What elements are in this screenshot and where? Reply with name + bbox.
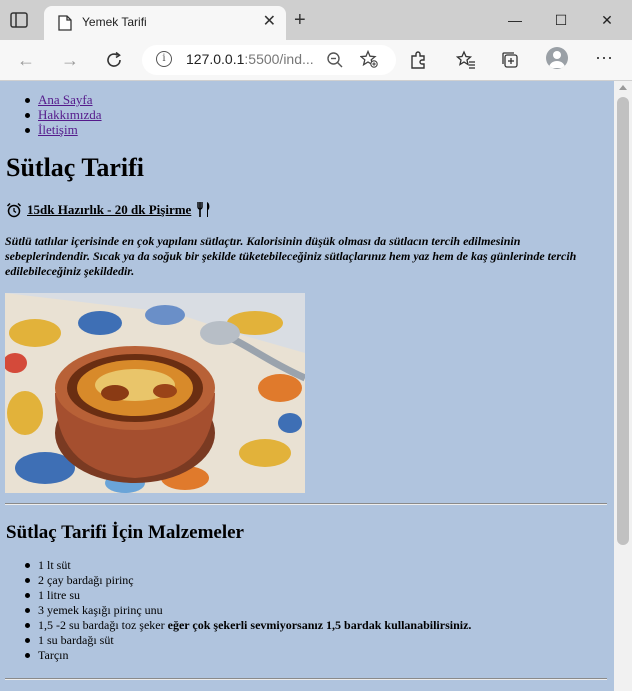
forward-arrow-icon[interactable]: → bbox=[60, 50, 80, 70]
tab-actions-icon[interactable] bbox=[10, 12, 28, 28]
browser-toolbar: ← → i 127.0.0.1:5500/ind... ··· bbox=[0, 40, 632, 81]
page-title: Sütlaç Tarifi bbox=[6, 153, 144, 182]
time-text: 15dk Hazırlık - 20 dk Pişirme bbox=[27, 201, 192, 217]
profile-avatar[interactable] bbox=[546, 47, 568, 69]
tab-yemek-tarifi[interactable]: Yemek Tarifi ✕ bbox=[44, 6, 286, 40]
divider bbox=[5, 503, 607, 505]
title-bar: Yemek Tarifi ✕ + — ☐ ✕ bbox=[0, 0, 632, 40]
ingredient-item: Tarçın bbox=[24, 648, 471, 663]
close-window-button[interactable]: ✕ bbox=[584, 8, 630, 32]
favorites-icon[interactable] bbox=[456, 50, 476, 70]
ingredient-item: 1 lt süt bbox=[24, 558, 471, 573]
nav-item: İletişim bbox=[25, 122, 102, 137]
more-options-icon[interactable]: ··· bbox=[594, 48, 614, 70]
scroll-thumb[interactable] bbox=[617, 97, 629, 545]
tab-title: Yemek Tarifi bbox=[82, 15, 147, 29]
nav-link-contact[interactable]: İletişim bbox=[38, 122, 78, 137]
nav-item: Ana Sayfa bbox=[25, 92, 102, 107]
person-icon bbox=[549, 51, 565, 68]
ingredient-item: 1,5 -2 su bardağı toz şeker eğer çok şek… bbox=[24, 618, 472, 632]
nav-link-home[interactable]: Ana Sayfa bbox=[38, 92, 93, 107]
recipe-time: 15dk Hazırlık - 20 dk Pişirme bbox=[6, 201, 211, 218]
page-icon bbox=[58, 15, 72, 31]
url-text[interactable]: 127.0.0.1:5500/ind... bbox=[186, 51, 314, 67]
divider bbox=[5, 678, 607, 680]
site-info-icon[interactable]: i bbox=[156, 51, 172, 67]
zoom-out-icon[interactable] bbox=[326, 51, 344, 69]
ingredient-item: 1 su bardağı süt bbox=[24, 633, 471, 648]
vertical-scrollbar[interactable] bbox=[614, 81, 632, 691]
ingredient-item: 2 çay bardağı pirinç bbox=[24, 573, 471, 588]
reload-icon[interactable] bbox=[104, 50, 124, 70]
site-nav: Ana Sayfa Hakkımızda İletişim bbox=[25, 92, 102, 137]
alarm-clock-icon bbox=[6, 202, 22, 217]
collections-icon[interactable] bbox=[500, 50, 520, 70]
add-favorite-icon[interactable] bbox=[360, 50, 378, 68]
new-tab-icon[interactable]: + bbox=[294, 10, 306, 30]
utensils-icon bbox=[197, 202, 210, 217]
ingredients-title: Sütlaç Tarifi İçin Malzemeler bbox=[6, 522, 244, 543]
back-arrow-icon[interactable]: ← bbox=[16, 50, 36, 70]
nav-item: Hakkımızda bbox=[25, 107, 102, 122]
ingredient-item: 1 litre su bbox=[24, 588, 471, 603]
nav-link-about[interactable]: Hakkımızda bbox=[38, 107, 102, 122]
extensions-icon[interactable] bbox=[408, 50, 428, 70]
maximize-button[interactable]: ☐ bbox=[538, 8, 584, 32]
sutlac-photo bbox=[5, 293, 305, 493]
ingredients-list: 1 lt süt 2 çay bardağı pirinç 1 litre su… bbox=[24, 558, 472, 663]
ingredient-note: eğer çok şekerli sevmiyorsanız 1,5 barda… bbox=[167, 618, 472, 632]
recipe-intro: Sütlü tatlılar içerisinde en çok yapılan… bbox=[5, 234, 577, 278]
tab-close-icon[interactable]: ✕ bbox=[263, 13, 276, 31]
page-viewport: Ana Sayfa Hakkımızda İletişim Sütlaç Tar… bbox=[0, 81, 614, 691]
ingredient-item: 3 yemek kaşığı pirinç unu bbox=[24, 603, 471, 618]
minimize-button[interactable]: — bbox=[492, 8, 538, 32]
scroll-up-icon[interactable] bbox=[619, 85, 627, 90]
address-bar[interactable]: i 127.0.0.1:5500/ind... bbox=[142, 45, 396, 75]
